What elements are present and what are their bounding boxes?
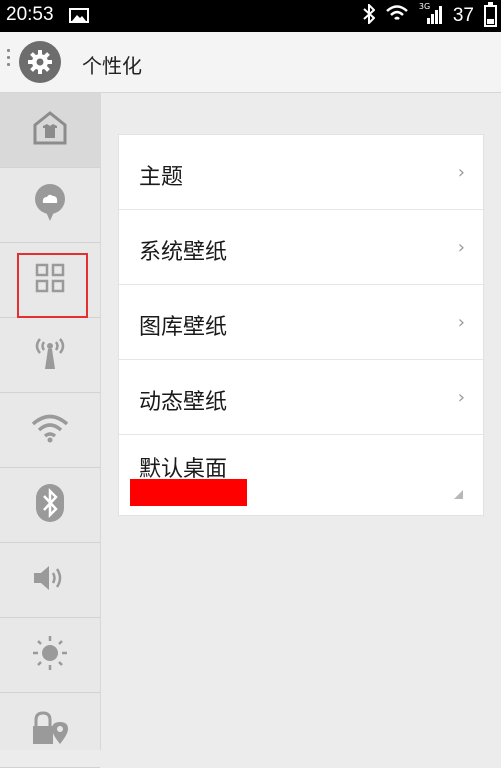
bluetooth-icon	[35, 483, 65, 527]
menu-item-live-wallpaper[interactable]: 动态壁纸 ›	[119, 360, 483, 435]
menu-item-label: 动态壁纸	[139, 390, 228, 415]
volume-icon	[32, 563, 68, 597]
menu-item-gallery-wallpaper[interactable]: 图库壁纸 ›	[119, 285, 483, 360]
battery-icon	[484, 2, 497, 27]
page-title: 个性化	[82, 54, 142, 78]
sidebar-item-wifi[interactable]	[0, 393, 100, 468]
chevron-right-icon: ›	[457, 237, 465, 258]
network-type-label: 3G	[418, 2, 431, 11]
menu-item-label: 主题	[139, 165, 184, 190]
status-bar: 20:53 3G 37	[0, 0, 501, 32]
app-header: 个性化	[0, 32, 501, 93]
signal-status-icon: 3G	[418, 2, 443, 28]
status-time: 20:53	[6, 4, 54, 25]
gear-icon[interactable]	[19, 41, 61, 83]
sidebar-item-home[interactable]	[0, 93, 100, 168]
chevron-right-icon: ›	[457, 312, 465, 333]
menu-item-system-wallpaper[interactable]: 系统壁纸 ›	[119, 210, 483, 285]
bluetooth-status-icon	[363, 2, 376, 28]
sidebar-item-cloud[interactable]	[0, 168, 100, 243]
highlight-annotation-box	[17, 253, 88, 318]
sidebar-item-volume[interactable]	[0, 543, 100, 618]
drawer-handle-icon[interactable]	[7, 49, 11, 70]
wifi-status-icon	[385, 4, 409, 28]
redaction-bar	[130, 479, 247, 506]
menu-item-default-launcher[interactable]: 默认桌面	[119, 435, 483, 515]
cloud-chat-icon	[33, 184, 67, 226]
menu-item-label: 图库壁纸	[139, 315, 228, 340]
sidebar-item-hotspot[interactable]	[0, 318, 100, 393]
image-notification-icon	[69, 8, 89, 23]
wifi-icon	[31, 413, 69, 447]
sidebar-item-lock-location[interactable]	[0, 693, 100, 768]
menu-item-theme[interactable]: 主题 ›	[119, 135, 483, 210]
chevron-right-icon: ›	[457, 162, 465, 183]
hotspot-antenna-icon	[32, 335, 68, 375]
sidebar-item-bluetooth[interactable]	[0, 468, 100, 543]
battery-percent: 37	[452, 5, 474, 26]
sidebar-item-brightness[interactable]	[0, 618, 100, 693]
sidebar	[0, 93, 101, 768]
lock-location-icon	[30, 710, 70, 750]
menu-item-label: 系统壁纸	[139, 240, 228, 265]
chevron-right-icon: ›	[457, 387, 465, 408]
dropdown-corner-icon[interactable]	[454, 490, 463, 499]
settings-menu-card: 主题 › 系统壁纸 › 图库壁纸 › 动态壁纸 › 默认桌面	[118, 134, 484, 516]
brightness-icon	[32, 635, 68, 675]
home-icon	[32, 111, 68, 149]
